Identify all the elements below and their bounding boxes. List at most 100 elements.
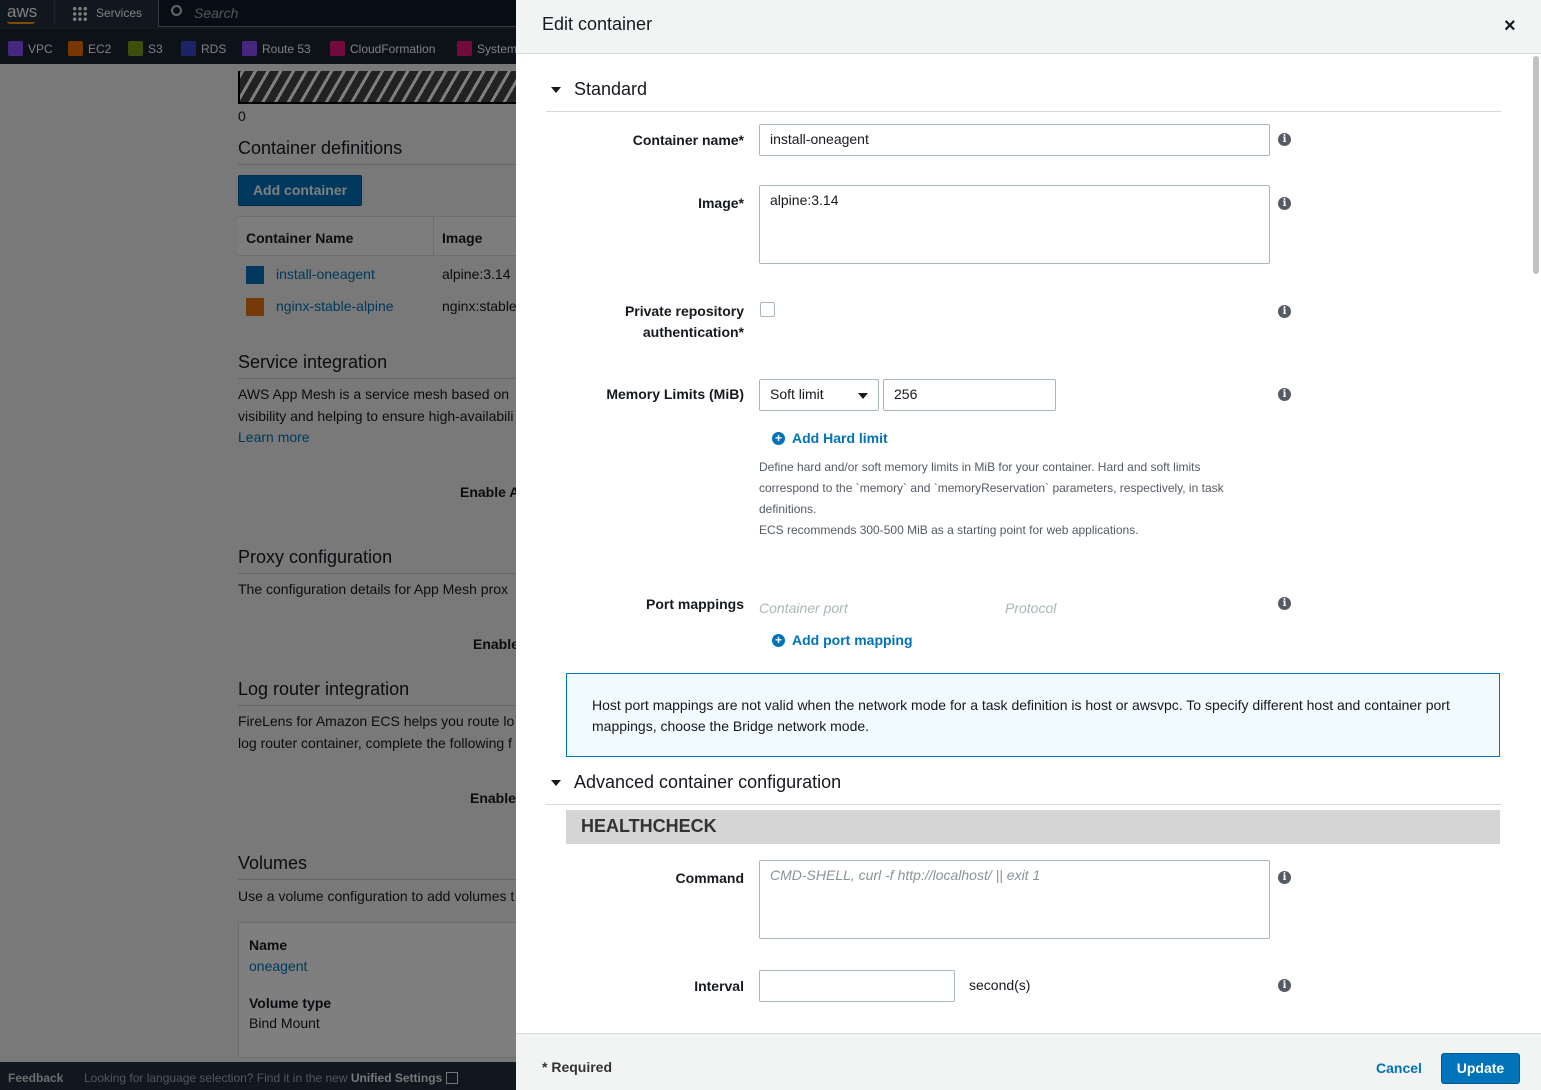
container-name-input[interactable]: install-oneagent xyxy=(759,124,1270,156)
favorite-cloudformation[interactable]: CloudFormation xyxy=(330,41,435,56)
container-image: nginx:stable xyxy=(442,298,516,314)
unified-settings-link[interactable]: Unified Settings xyxy=(351,1071,442,1085)
help-line: correspond to the `memory` and `memoryRe… xyxy=(759,481,1224,495)
fav-label: Route 53 xyxy=(262,41,311,56)
modal-header: Edit container × xyxy=(516,0,1541,54)
console-footer: Feedback Looking for language selection?… xyxy=(0,1062,516,1090)
caret-down-icon xyxy=(858,393,868,399)
info-icon[interactable]: i xyxy=(1278,388,1291,401)
volumes-text: Use a volume configuration to add volume… xyxy=(238,888,515,904)
fav-label: VPC xyxy=(28,41,53,56)
required-note: * Required xyxy=(542,1059,613,1075)
advanced-section-header[interactable]: Advanced container configuration xyxy=(546,765,1501,805)
aws-smile-icon xyxy=(7,21,35,24)
favorite-systems[interactable]: System xyxy=(457,41,516,56)
learn-more-link[interactable]: Learn more xyxy=(238,429,310,445)
port-mapping-info-alert: Host port mappings are not valid when th… xyxy=(566,673,1500,757)
container-color-swatch xyxy=(246,266,264,284)
image-textarea[interactable]: alpine:3.14 xyxy=(759,185,1270,264)
container-color-swatch xyxy=(246,298,264,316)
table-row: nginx-stable-alpine nginx:stable xyxy=(238,290,516,322)
add-hard-limit-button[interactable]: + Add Hard limit xyxy=(772,430,888,446)
memory-limit-input[interactable]: 256 xyxy=(883,379,1056,411)
help-line: Define hard and/or soft memory limits in… xyxy=(759,460,1201,474)
info-icon[interactable]: i xyxy=(1278,133,1291,146)
private-repo-checkbox[interactable] xyxy=(760,302,775,317)
services-menu[interactable]: Services xyxy=(96,6,142,20)
fav-label: EC2 xyxy=(88,41,112,56)
plus-circle-icon: + xyxy=(772,431,785,445)
feedback-link[interactable]: Feedback xyxy=(8,1071,63,1085)
favorite-ec2[interactable]: EC2 xyxy=(68,41,111,56)
favorite-vpc[interactable]: VPC xyxy=(8,41,53,56)
fav-label: RDS xyxy=(201,41,227,56)
protocol-header: Protocol xyxy=(1005,600,1057,616)
column-header: Container Name xyxy=(246,230,354,246)
volume-type-value: Bind Mount xyxy=(249,1015,320,1031)
standard-section-header[interactable]: Standard xyxy=(546,72,1501,112)
progress-bar xyxy=(238,71,516,104)
edit-container-modal: Edit container × Standard Container name… xyxy=(516,0,1541,1090)
enable-label: Enable A xyxy=(460,484,516,500)
top-navigation: aws Services Search xyxy=(0,0,516,28)
caret-down-icon xyxy=(551,87,561,93)
favorite-route53[interactable]: Route 53 xyxy=(242,41,311,56)
modal-footer: * Required Cancel Update xyxy=(516,1033,1541,1090)
log-router-text: log router container, complete the follo… xyxy=(238,735,512,751)
label-line: Private repository xyxy=(624,303,744,319)
image-label: Image* xyxy=(698,195,744,211)
external-link-icon xyxy=(445,1072,458,1084)
help-line: ECS recommends 300-500 MiB as a starting… xyxy=(759,523,1139,537)
progress-value: 0 xyxy=(238,108,246,124)
volume-type-label: Volume type xyxy=(249,995,332,1011)
section-title: Proxy configuration xyxy=(238,547,393,567)
search-placeholder: Search xyxy=(194,5,239,21)
interval-label: Interval xyxy=(694,978,744,994)
column-header: Image xyxy=(442,230,483,246)
cloudformation-icon xyxy=(330,41,345,56)
container-link[interactable]: install-oneagent xyxy=(276,266,375,282)
label-line: authentication* xyxy=(642,324,744,340)
command-textarea[interactable]: CMD-SHELL, curl -f http://localhost/ || … xyxy=(759,860,1270,939)
volume-card: Name oneagent Volume type Bind Mount xyxy=(238,922,516,1058)
memory-limits-label: Memory Limits (MiB) xyxy=(606,386,744,402)
update-button[interactable]: Update xyxy=(1441,1053,1520,1084)
route53-icon xyxy=(242,41,257,56)
info-icon[interactable]: i xyxy=(1278,597,1291,610)
section-title: Container definitions xyxy=(238,138,403,158)
section-title: Advanced container configuration xyxy=(574,772,842,792)
container-port-header: Container port xyxy=(759,600,848,616)
info-icon[interactable]: i xyxy=(1278,871,1291,884)
search-input[interactable]: Search xyxy=(158,0,516,27)
volume-name-link[interactable]: oneagent xyxy=(249,958,307,974)
info-icon[interactable]: i xyxy=(1278,979,1291,992)
modal-title: Edit container xyxy=(542,14,653,34)
info-icon[interactable]: i xyxy=(1278,305,1291,318)
ec2-icon xyxy=(68,41,83,56)
close-icon[interactable]: × xyxy=(1504,15,1516,38)
scrollbar[interactable] xyxy=(1533,56,1539,274)
info-icon[interactable]: i xyxy=(1278,197,1291,210)
container-link[interactable]: nginx-stable-alpine xyxy=(276,298,394,314)
add-port-mapping-button[interactable]: + Add port mapping xyxy=(772,632,913,648)
table-row: install-oneagent alpine:3.14 xyxy=(238,258,516,290)
vpc-icon xyxy=(8,41,23,56)
add-container-button[interactable]: Add container xyxy=(238,175,362,206)
help-line: definitions. xyxy=(759,502,817,516)
private-repo-label: Private repository authentication* xyxy=(625,301,744,343)
aws-logo[interactable]: aws xyxy=(7,2,37,22)
rds-icon xyxy=(181,41,196,56)
memory-help-text: Define hard and/or soft memory limits in… xyxy=(759,457,1224,541)
favorite-rds[interactable]: RDS xyxy=(181,41,226,56)
enable-label: Enable xyxy=(473,636,516,652)
proxy-text: The configuration details for App Mesh p… xyxy=(238,581,509,597)
favorites-bar: VPC EC2 S3 RDS Route 53 CloudFormation S… xyxy=(0,28,516,64)
fav-label: System xyxy=(477,41,516,56)
memory-limit-type-select[interactable]: Soft limit xyxy=(759,379,879,411)
service-text: visibility and helping to ensure high-av… xyxy=(238,408,514,424)
favorite-s3[interactable]: S3 xyxy=(128,41,163,56)
table-header: Container Name Image xyxy=(238,216,516,256)
cancel-button[interactable]: Cancel xyxy=(1376,1060,1422,1076)
interval-input[interactable] xyxy=(759,970,955,1002)
interval-unit: second(s) xyxy=(969,977,1031,993)
